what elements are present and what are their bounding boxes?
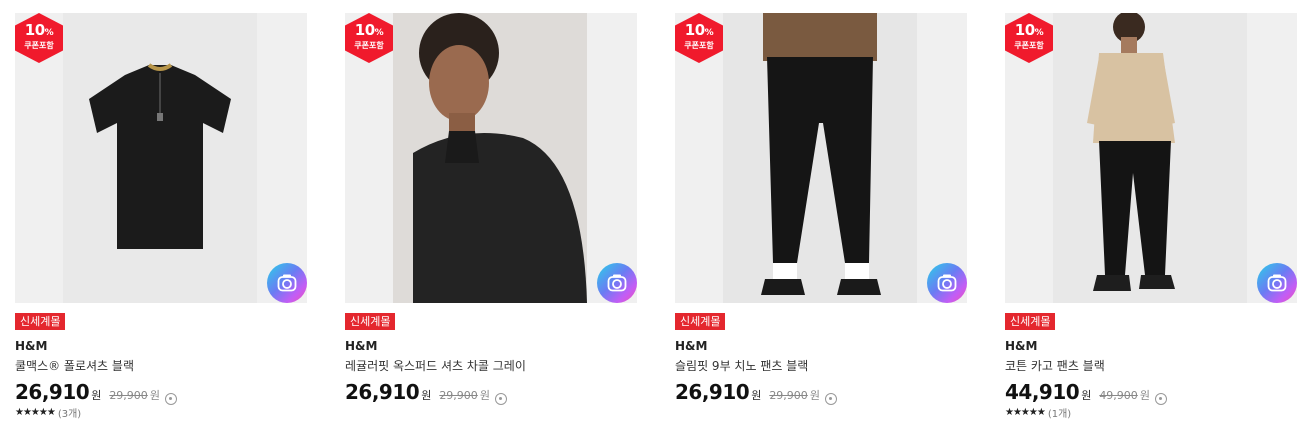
product-image[interactable]: 10% 쿠폰포함 [675,13,967,303]
original-price: 49,900 [1099,389,1138,402]
rating: ★★★★★ (1개) [1005,405,1071,420]
mall-badge: 신세계몰 [15,313,66,330]
price-row: 26,910 원 29,900 원 [345,380,507,405]
cargo-pants-photo [1053,13,1247,303]
price-row: 26,910 원 29,900 원 [675,380,837,405]
product-card[interactable]: 10% 쿠폰포함 신세계몰 H&M 레귤러핏 옥스퍼드 셔츠 차콜 그레이 26… [345,0,637,433]
rating: ★★★★★ (3개) [15,405,81,420]
price-row: 44,910 원 49,900 원 [1005,380,1167,405]
polo-shirt-photo [63,13,257,303]
product-image[interactable]: 10% 쿠폰포함 [1005,13,1297,303]
coupon-badge: 10% 쿠폰포함 [675,13,723,63]
camera-icon[interactable] [597,263,637,303]
price-info-icon[interactable] [1154,392,1167,405]
review-count: (3개) [57,409,82,420]
star-rating-icon: ★★★★★ [15,407,56,418]
product-card[interactable]: 10% 쿠폰포함 신세계몰 H&M 쿨맥스® 폴로셔츠 블랙 26,910 원 … [15,0,307,433]
product-name[interactable]: 쿨맥스® 폴로셔츠 블랙 [15,357,134,374]
mall-badge: 신세계몰 [675,313,726,330]
price-info-icon[interactable] [494,392,507,405]
product-card[interactable]: 10% 쿠폰포함 신세계몰 H&M 코튼 카고 팬츠 블랙 44,910 원 4… [1005,0,1297,433]
brand-name[interactable]: H&M [345,339,377,353]
sale-price: 26,910 [675,380,750,404]
review-count: (1개) [1047,409,1072,420]
coupon-badge: 10% 쿠폰포함 [15,13,63,63]
coupon-badge: 10% 쿠폰포함 [1005,13,1053,63]
product-image[interactable]: 10% 쿠폰포함 [15,13,307,303]
coupon-badge: 10% 쿠폰포함 [345,13,393,63]
product-image[interactable]: 10% 쿠폰포함 [345,13,637,303]
product-name[interactable]: 슬림핏 9부 치노 팬츠 블랙 [675,357,808,374]
mall-badge: 신세계몰 [1005,313,1056,330]
product-card[interactable]: 10% 쿠폰포함 신세계몰 H&M 슬림핏 9부 치노 팬츠 블랙 26,910… [675,0,967,433]
star-rating-icon: ★★★★★ [1005,407,1046,418]
camera-icon[interactable] [927,263,967,303]
original-price: 29,900 [769,389,808,402]
sale-price: 44,910 [1005,380,1080,404]
original-price: 29,900 [109,389,148,402]
original-price: 29,900 [439,389,478,402]
camera-icon[interactable] [267,263,307,303]
price-info-icon[interactable] [164,392,177,405]
product-grid: 10% 쿠폰포함 신세계몰 H&M 쿨맥스® 폴로셔츠 블랙 26,910 원 … [0,0,1306,433]
mall-badge: 신세계몰 [345,313,396,330]
product-name[interactable]: 레귤러핏 옥스퍼드 셔츠 차콜 그레이 [345,357,526,374]
brand-name[interactable]: H&M [675,339,707,353]
price-info-icon[interactable] [824,392,837,405]
sale-price: 26,910 [345,380,420,404]
product-name[interactable]: 코튼 카고 팬츠 블랙 [1005,357,1105,374]
sale-price: 26,910 [15,380,90,404]
brand-name[interactable]: H&M [1005,339,1037,353]
camera-icon[interactable] [1257,263,1297,303]
brand-name[interactable]: H&M [15,339,47,353]
chino-pants-photo [723,13,917,303]
oxford-shirt-photo [393,13,587,303]
price-row: 26,910 원 29,900 원 [15,380,177,405]
